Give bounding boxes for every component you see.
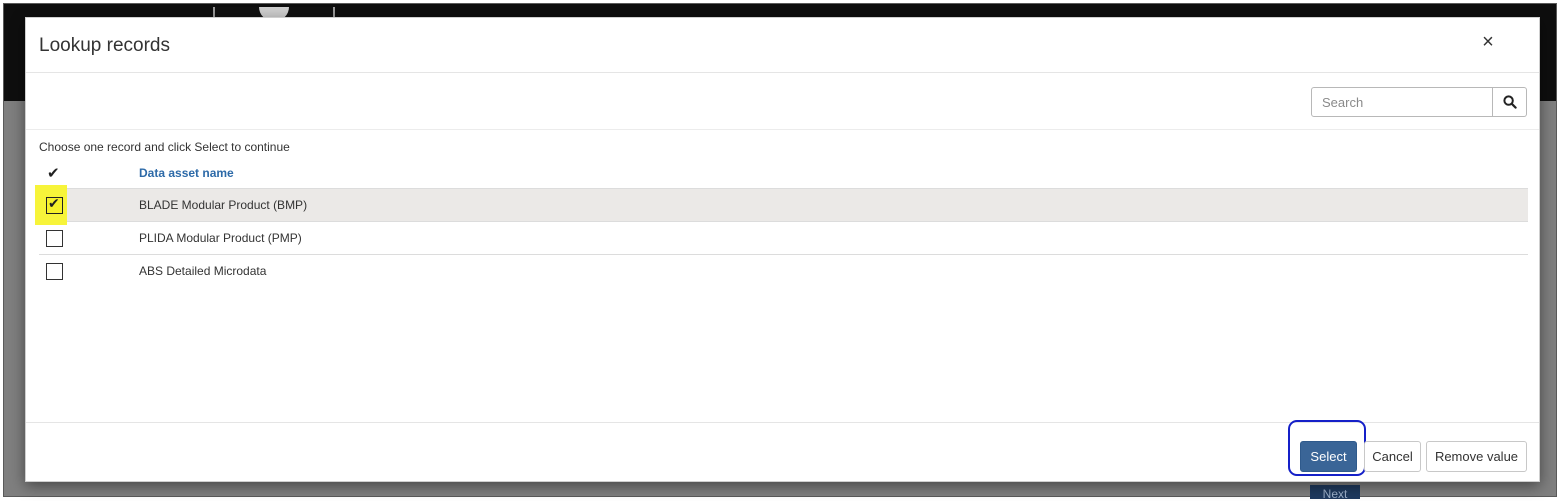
row-data-asset-name: BLADE Modular Product (BMP) — [139, 198, 308, 212]
instructions-text: Choose one record and click Select to co… — [39, 140, 290, 154]
table-row[interactable]: BLADE Modular Product (BMP) — [35, 185, 1528, 225]
dialog-footer: Select Cancel Remove value — [26, 420, 1539, 482]
lookup-records-dialog: Lookup records × Choose one record and c… — [25, 17, 1540, 482]
row-checkbox[interactable] — [46, 196, 63, 214]
search-bar — [1311, 87, 1527, 117]
dialog-header: Lookup records × — [26, 18, 1539, 73]
cancel-button[interactable]: Cancel — [1364, 441, 1421, 472]
grid-header: ✔ Data asset name — [39, 161, 1528, 189]
records-grid: ✔ Data asset name BLADE Modular Product … — [35, 161, 1528, 288]
table-row[interactable]: PLIDA Modular Product (PMP) — [39, 222, 1528, 255]
background-next-button: Next — [1310, 485, 1360, 499]
select-button[interactable]: Select — [1300, 441, 1357, 472]
close-icon[interactable]: × — [1477, 31, 1499, 53]
divider — [26, 129, 1539, 130]
select-column-check-icon: ✔ — [47, 165, 60, 182]
search-button[interactable] — [1493, 87, 1527, 117]
row-checkbox[interactable] — [46, 230, 63, 247]
row-checkbox[interactable] — [46, 263, 63, 280]
row-data-asset-name: PLIDA Modular Product (PMP) — [139, 231, 302, 245]
dialog-title: Lookup records — [39, 35, 170, 56]
search-input[interactable] — [1311, 87, 1493, 117]
row-data-asset-name: ABS Detailed Microdata — [139, 264, 267, 278]
search-icon — [1503, 95, 1517, 109]
table-row[interactable]: ABS Detailed Microdata — [39, 255, 1528, 288]
column-header-data-asset-name[interactable]: Data asset name — [139, 166, 234, 180]
remove-value-button[interactable]: Remove value — [1426, 441, 1527, 472]
